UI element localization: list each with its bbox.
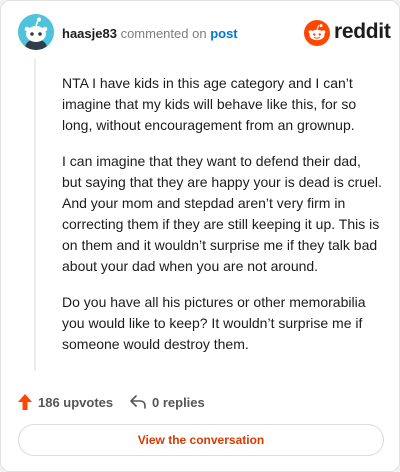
comment-body: NTA I have kids in this age category and… bbox=[62, 73, 384, 370]
view-conversation-button[interactable]: View the conversation bbox=[18, 424, 384, 456]
reddit-logo-icon bbox=[304, 20, 330, 46]
comment-paragraph: Do you have all his pictures or other me… bbox=[62, 294, 366, 352]
comment-card: haasje83 commented on post reddit NTA I … bbox=[0, 0, 400, 472]
comment-paragraph: I can imagine that they want to defend t… bbox=[62, 153, 382, 274]
thread-line[interactable] bbox=[34, 59, 36, 371]
snoo-avatar-icon[interactable] bbox=[18, 14, 54, 50]
username-link[interactable]: haasje83 bbox=[62, 26, 117, 41]
brand-wordmark: reddit bbox=[334, 20, 391, 43]
reddit-brand[interactable]: reddit bbox=[304, 19, 391, 47]
comment-header: haasje83 commented on post reddit bbox=[18, 14, 391, 54]
reply-count: 0 replies bbox=[152, 394, 205, 410]
upvote-count: 186 upvotes bbox=[38, 394, 114, 410]
reply-arrow-icon bbox=[130, 395, 146, 409]
comment-meta: haasje83 commented on post bbox=[62, 26, 238, 41]
reply-button[interactable]: 0 replies bbox=[130, 392, 205, 412]
comment-actions: 186 upvotes 0 replies bbox=[18, 392, 378, 412]
post-link[interactable]: post bbox=[210, 26, 237, 41]
comment-paragraph: NTA I have kids in this age category and… bbox=[62, 75, 357, 133]
upvote-button[interactable]: 186 upvotes bbox=[18, 392, 113, 412]
upvote-arrow-icon bbox=[18, 394, 32, 410]
action-text: commented on bbox=[120, 26, 207, 41]
